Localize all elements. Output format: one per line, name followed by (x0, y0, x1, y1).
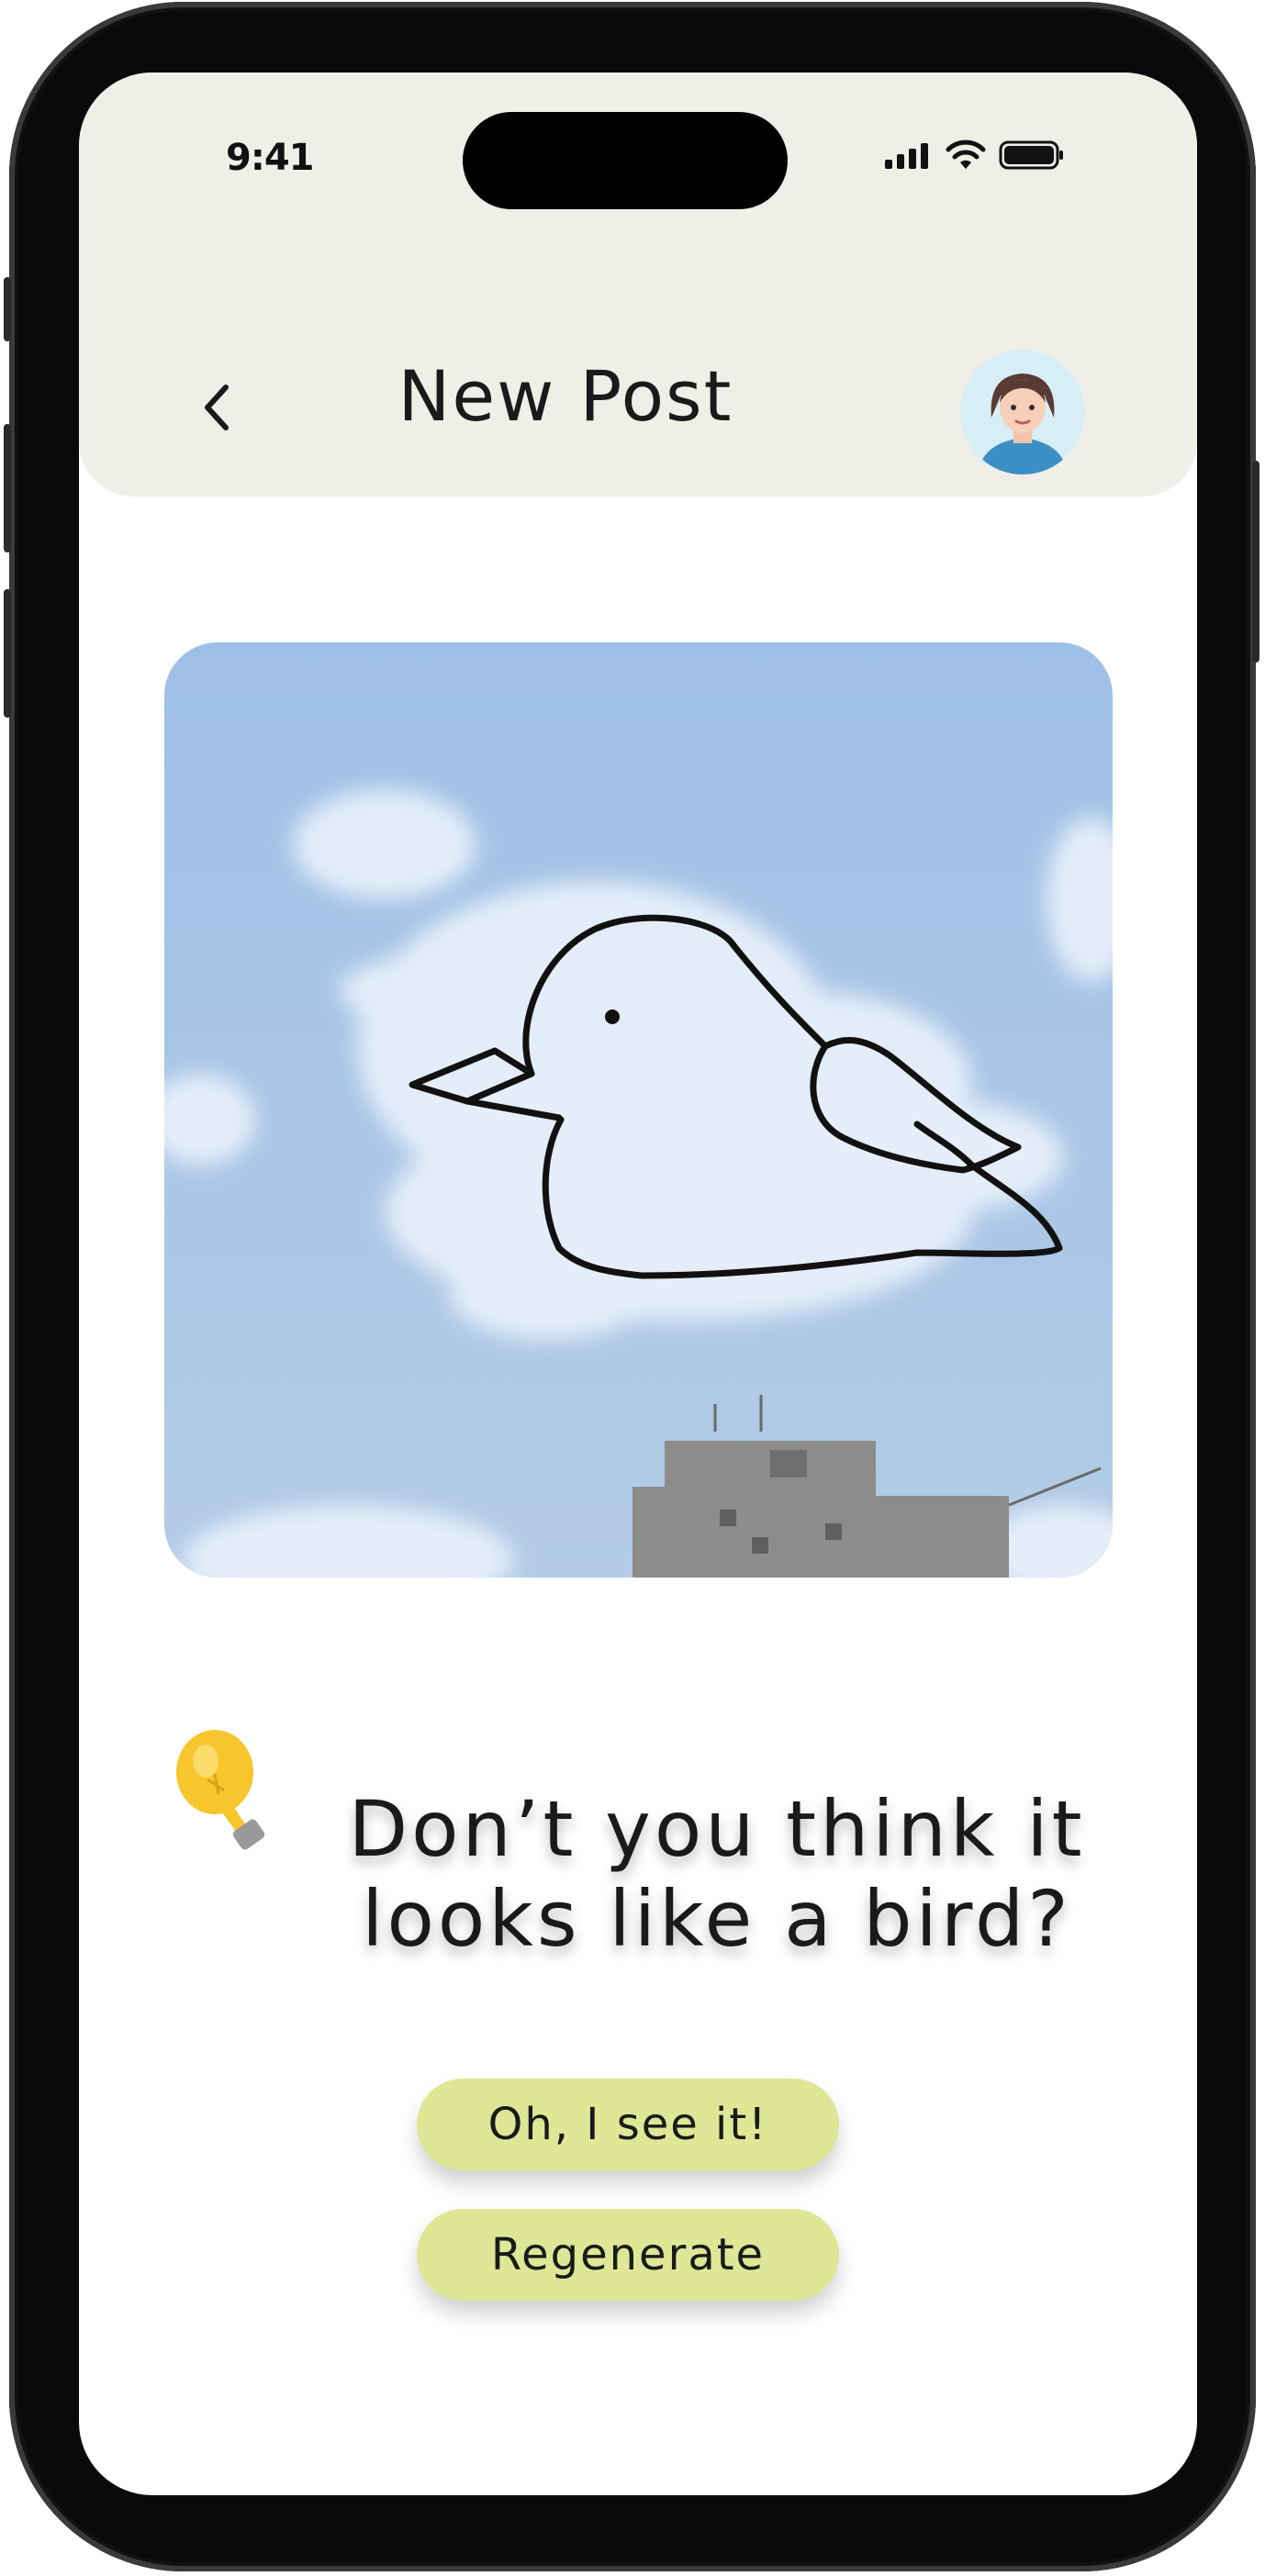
post-image[interactable] (164, 642, 1113, 1578)
lightbulb-icon (176, 1730, 265, 1850)
battery-icon (999, 140, 1063, 170)
cloud-bird-photo (164, 642, 1113, 1578)
regenerate-button[interactable]: Regenerate (417, 2209, 839, 2301)
suggestion-row: Don’t you think it looks like a bird? (171, 1724, 1107, 2018)
cellular-signal-icon (885, 143, 928, 169)
app-header: 9:41 New Post (79, 72, 1197, 496)
avatar[interactable] (960, 350, 1085, 474)
mute-switch (4, 277, 11, 341)
phone-frame: 9:41 New Post Don’t you think it looks l… (4, 2, 1259, 2571)
confirm-button[interactable]: Oh, I see it! (417, 2079, 839, 2170)
status-time: 9:41 (226, 137, 315, 179)
wifi-icon (946, 139, 986, 169)
dynamic-island (463, 112, 788, 209)
user-avatar-icon (960, 350, 1085, 474)
volume-up-button (4, 424, 11, 552)
power-button (1252, 461, 1259, 663)
status-icons (883, 137, 1065, 173)
back-button[interactable] (180, 362, 253, 453)
page-title: New Post (397, 355, 733, 437)
volume-down-button (4, 589, 11, 718)
screen: 9:41 New Post Don’t you think it looks l… (79, 72, 1197, 2495)
chevron-left-icon (205, 385, 229, 430)
suggestion-text: Don’t you think it looks like a bird? (348, 1784, 1086, 1964)
